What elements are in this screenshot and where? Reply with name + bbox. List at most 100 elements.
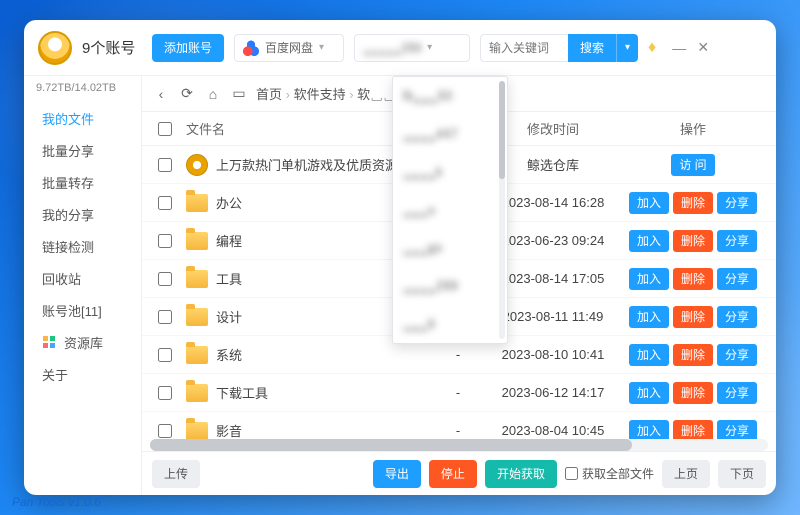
- account-count-label: 9个账号: [82, 37, 142, 58]
- nav-newfolder-icon[interactable]: ▭: [230, 85, 248, 102]
- sidebar-item[interactable]: 回收站: [24, 262, 141, 294]
- row-checkbox[interactable]: [158, 196, 172, 210]
- row-action-button[interactable]: 删除: [673, 192, 713, 214]
- row-action-button[interactable]: 访 问: [671, 154, 714, 176]
- dropdown-option[interactable]: ␣␣␣6: [393, 305, 507, 343]
- upload-button[interactable]: 上传: [152, 460, 200, 488]
- account-select[interactable]: ␣␣␣␣␣299 ▾: [354, 34, 470, 62]
- get-all-checkbox[interactable]: [565, 467, 578, 480]
- dropdown-scrollbar[interactable]: [499, 81, 505, 339]
- dropdown-option-label: ␣␣␣␣447: [403, 126, 458, 142]
- sidebar-item-label: 链接检测: [42, 237, 94, 256]
- storage-quota: 9.72TB/14.02TB: [24, 76, 141, 102]
- next-page-button[interactable]: 下页: [718, 460, 766, 488]
- row-action-button[interactable]: 删除: [673, 306, 713, 328]
- breadcrumb-item[interactable]: 首页: [256, 87, 282, 102]
- search-more-button[interactable]: ▾: [616, 34, 638, 62]
- dropdown-option[interactable]: ␣␣␣␣299: [393, 267, 507, 305]
- row-action-button[interactable]: 加入: [629, 382, 669, 404]
- sidebar-item-label: 回收站: [42, 269, 81, 288]
- row-action-button[interactable]: 加入: [629, 230, 669, 252]
- horizontal-scrollbar[interactable]: [150, 439, 768, 451]
- get-all-checkbox-label[interactable]: 获取全部文件: [565, 465, 654, 482]
- sidebar-item[interactable]: 链接检测: [24, 230, 141, 262]
- sidebar-item[interactable]: 我的分享: [24, 198, 141, 230]
- dropdown-scrollbar-thumb[interactable]: [499, 81, 505, 179]
- row-action-button[interactable]: 加入: [629, 268, 669, 290]
- row-action-button[interactable]: 分享: [717, 268, 757, 290]
- row-action-button[interactable]: 分享: [717, 306, 757, 328]
- account-dropdown[interactable]: lb␣␣␣50 ␣␣␣␣447 ␣␣␣␣k␣␣␣u ␣␣␣go ␣␣␣␣299␣␣␣6: [392, 76, 508, 344]
- table-row[interactable]: 下载工具-2023-06-12 14:17加入删除分享: [142, 374, 776, 412]
- cloud-provider-label: 百度网盘: [265, 39, 313, 56]
- scrollbar-thumb[interactable]: [150, 439, 632, 451]
- export-button[interactable]: 导出: [373, 460, 421, 488]
- sidebar-item[interactable]: 账号池[11]: [24, 294, 141, 326]
- cell-size: -: [428, 423, 488, 438]
- select-all-checkbox[interactable]: [158, 122, 172, 136]
- folder-icon: [186, 346, 208, 364]
- breadcrumb-item[interactable]: 软␣␣: [357, 87, 396, 102]
- dropdown-option[interactable]: ␣␣␣u: [393, 191, 507, 229]
- col-name-header[interactable]: 文件名: [180, 119, 428, 138]
- table-row[interactable]: 影音-2023-08-04 10:45加入删除分享: [142, 412, 776, 439]
- row-action-button[interactable]: 分享: [717, 420, 757, 440]
- row-checkbox[interactable]: [158, 386, 172, 400]
- row-checkbox[interactable]: [158, 424, 172, 438]
- nav-home-icon[interactable]: ⌂: [204, 86, 222, 102]
- cell-size: -: [428, 347, 488, 362]
- sidebar-item[interactable]: 关于: [24, 358, 141, 390]
- row-action-button[interactable]: 加入: [629, 306, 669, 328]
- row-action-button[interactable]: 删除: [673, 420, 713, 440]
- row-action-button[interactable]: 分享: [717, 344, 757, 366]
- row-checkbox[interactable]: [158, 272, 172, 286]
- sidebar-item[interactable]: 批量分享: [24, 134, 141, 166]
- grid-icon: [42, 335, 56, 349]
- window-controls: — ✕: [670, 39, 712, 57]
- sidebar-item[interactable]: 资源库: [24, 326, 141, 358]
- row-checkbox[interactable]: [158, 310, 172, 324]
- folder-icon: [186, 384, 208, 402]
- dropdown-option[interactable]: ␣␣␣␣k: [393, 153, 507, 191]
- minimize-button[interactable]: —: [670, 39, 688, 57]
- cell-size: -: [428, 385, 488, 400]
- row-action-button[interactable]: 分享: [717, 382, 757, 404]
- row-checkbox[interactable]: [158, 234, 172, 248]
- row-action-button[interactable]: 分享: [717, 192, 757, 214]
- close-button[interactable]: ✕: [694, 39, 712, 57]
- dropdown-option-label: ␣␣␣go: [403, 240, 442, 256]
- nav-refresh-icon[interactable]: ⟳: [178, 85, 196, 102]
- row-action-button[interactable]: 加入: [629, 192, 669, 214]
- row-action-button[interactable]: 加入: [629, 344, 669, 366]
- row-action-button[interactable]: 删除: [673, 344, 713, 366]
- add-account-button[interactable]: 添加账号: [152, 34, 224, 62]
- row-action-button[interactable]: 加入: [629, 420, 669, 440]
- dropdown-option[interactable]: ␣␣␣␣447: [393, 115, 507, 153]
- prev-page-button[interactable]: 上页: [662, 460, 710, 488]
- sidebar-item-label: 批量分享: [42, 141, 94, 160]
- row-action-button[interactable]: 删除: [673, 268, 713, 290]
- start-button[interactable]: 开始获取: [485, 460, 557, 488]
- stop-button[interactable]: 停止: [429, 460, 477, 488]
- row-checkbox[interactable]: [158, 348, 172, 362]
- cloud-provider-select[interactable]: 百度网盘 ▾: [234, 34, 344, 62]
- cell-ops: 加入删除分享: [618, 344, 768, 366]
- search-input[interactable]: [480, 34, 568, 62]
- row-action-button[interactable]: 删除: [673, 382, 713, 404]
- sidebar-item[interactable]: 我的文件: [24, 102, 141, 134]
- row-checkbox[interactable]: [158, 158, 172, 172]
- dropdown-option[interactable]: lb␣␣␣50: [393, 77, 507, 115]
- cell-name: 办公: [180, 193, 428, 212]
- cell-ops: 加入删除分享: [618, 420, 768, 440]
- cell-ops: 加入删除分享: [618, 382, 768, 404]
- sidebar-item[interactable]: 批量转存: [24, 166, 141, 198]
- sidebar-item-label: 资源库: [64, 333, 103, 352]
- diamond-icon[interactable]: ♦: [648, 39, 656, 57]
- row-action-button[interactable]: 分享: [717, 230, 757, 252]
- dropdown-option[interactable]: ␣␣␣go: [393, 229, 507, 267]
- search-button[interactable]: 搜索: [568, 34, 616, 62]
- nav-back-icon[interactable]: ‹: [152, 86, 170, 102]
- breadcrumb-item[interactable]: 软件支持: [294, 87, 346, 102]
- row-action-button[interactable]: 删除: [673, 230, 713, 252]
- chevron-down-icon: ▾: [427, 42, 432, 53]
